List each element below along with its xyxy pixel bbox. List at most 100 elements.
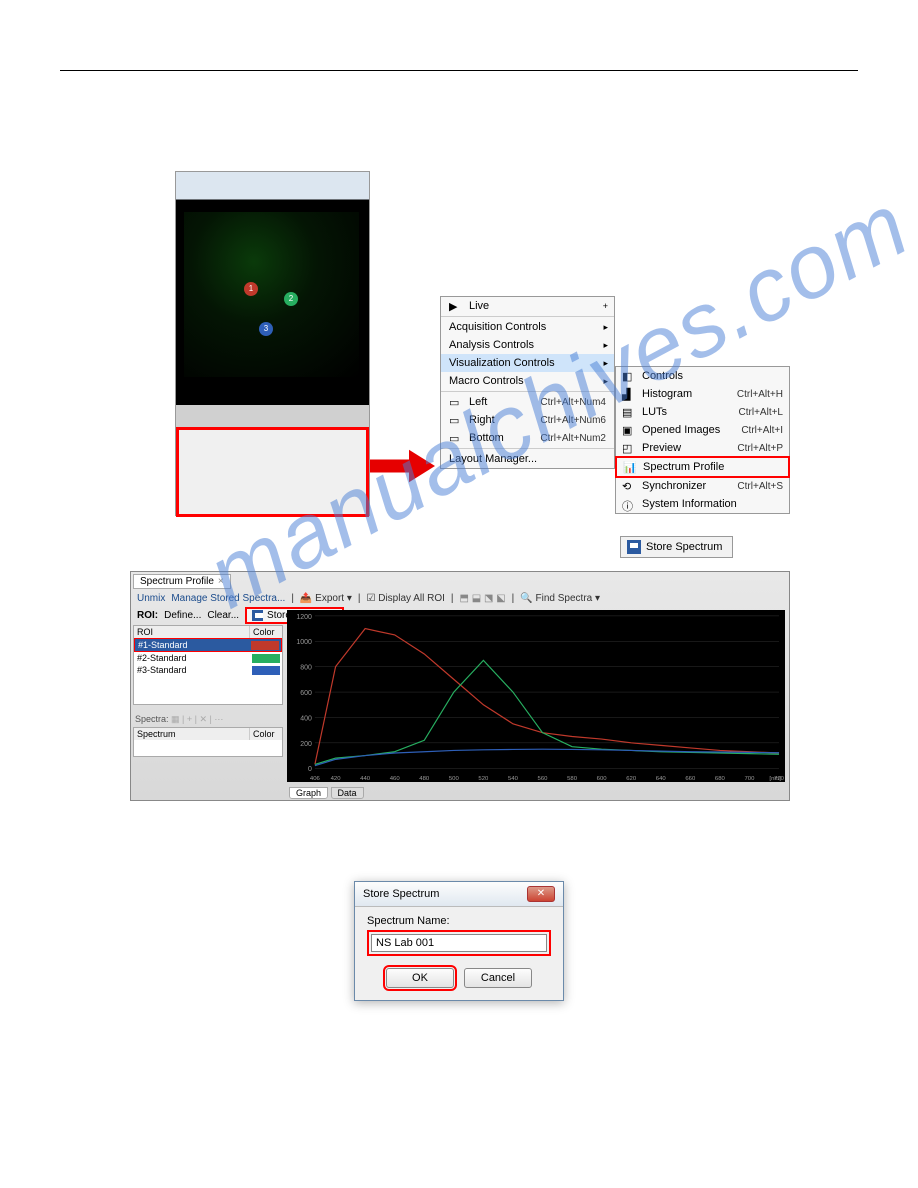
svg-text:600: 600: [597, 776, 608, 782]
menu-item-synchronizer[interactable]: ⟲SynchronizerCtrl+Alt+S: [616, 477, 789, 495]
thumbnail-menu-highlight: [176, 427, 369, 517]
roi-row-2[interactable]: #2-Standard: [134, 652, 282, 664]
svg-text:540: 540: [508, 776, 519, 782]
svg-text:460: 460: [390, 776, 401, 782]
menu-item-macro[interactable]: Macro Controls▸: [441, 372, 614, 390]
spectra-toolbar[interactable]: ▦ | + | ✕ | ⋯: [171, 714, 223, 724]
clear-link[interactable]: Clear...: [207, 610, 239, 621]
spectrum-icon: 📊: [623, 461, 637, 473]
menu-item-system-info[interactable]: ⓘSystem Information: [616, 495, 789, 513]
spectrum-name-label: Spectrum Name:: [367, 915, 551, 927]
roi-row-3[interactable]: #3-Standard: [134, 664, 282, 676]
menu-item-preview[interactable]: ◰PreviewCtrl+Alt+P: [616, 439, 789, 457]
svg-text:[nm]: [nm]: [769, 776, 781, 782]
arrow-right-icon: ▸: [603, 358, 608, 369]
define-link[interactable]: Define...: [164, 610, 201, 621]
tab-data[interactable]: Data: [331, 787, 364, 799]
play-icon: ▶: [449, 300, 463, 312]
tab-graph[interactable]: Graph: [289, 787, 328, 799]
manage-spectra-link[interactable]: Manage Stored Spectra...: [171, 593, 285, 604]
svg-text:500: 500: [449, 776, 460, 782]
dock-right-icon: ▭: [449, 414, 463, 426]
color-header: Color: [250, 626, 282, 638]
svg-text:200: 200: [300, 741, 312, 748]
dialog-title: Store Spectrum: [363, 888, 439, 900]
menu-item-histogram[interactable]: ▟HistogramCtrl+Alt+H: [616, 385, 789, 403]
menu-item-analysis[interactable]: Analysis Controls▸: [441, 336, 614, 354]
info-icon: ⓘ: [622, 498, 636, 510]
plus-icon: +: [603, 301, 608, 311]
color-swatch[interactable]: [251, 641, 279, 650]
svg-text:640: 640: [656, 776, 667, 782]
svg-text:1000: 1000: [296, 639, 312, 646]
luts-icon: ▤: [622, 406, 636, 418]
menu-item-visualization[interactable]: Visualization Controls▸: [441, 354, 614, 372]
ok-button[interactable]: OK: [386, 968, 454, 988]
visualization-submenu: ◧Controls ▟HistogramCtrl+Alt+H ▤LUTsCtrl…: [615, 366, 790, 514]
spectrum-profile-panel: Spectrum Profile× Unmix Manage Stored Sp…: [130, 571, 790, 801]
menu-item-controls[interactable]: ◧Controls: [616, 367, 789, 385]
controls-icon: ◧: [622, 370, 636, 382]
color-swatch[interactable]: [252, 654, 280, 663]
svg-text:520: 520: [478, 776, 489, 782]
display-all-roi-checkbox[interactable]: ☑ Display All ROI: [366, 593, 444, 604]
menu-item-right[interactable]: ▭RightCtrl+Alt+Num6: [441, 411, 614, 429]
menu-item-opened-images[interactable]: ▣Opened ImagesCtrl+Alt+I: [616, 421, 789, 439]
find-spectra-button[interactable]: 🔍 Find Spectra ▾: [520, 593, 600, 604]
roi-header: ROI: [134, 626, 250, 638]
svg-text:400: 400: [300, 715, 312, 722]
menu-item-acquisition[interactable]: Acquisition Controls▸: [441, 318, 614, 336]
roi-marker-3: 3: [259, 322, 273, 336]
svg-text:580: 580: [567, 776, 578, 782]
close-icon[interactable]: ×: [218, 576, 224, 587]
svg-text:1200: 1200: [296, 614, 312, 621]
menu-item-spectrum-profile[interactable]: 📊Spectrum Profile: [615, 456, 790, 478]
svg-text:800: 800: [300, 665, 312, 672]
svg-text:620: 620: [626, 776, 637, 782]
panel-tab[interactable]: Spectrum Profile×: [133, 574, 231, 589]
svg-text:0: 0: [308, 766, 312, 773]
dock-bottom-icon: ▭: [449, 432, 463, 444]
roi-row-1[interactable]: #1-Standard: [134, 638, 282, 652]
cancel-button[interactable]: Cancel: [464, 968, 532, 988]
toolbar-icons[interactable]: ⬒ ⬓ ⬔ ⬕: [460, 593, 506, 604]
svg-text:660: 660: [685, 776, 696, 782]
unmix-link[interactable]: Unmix: [137, 593, 165, 604]
svg-text:420: 420: [331, 776, 342, 782]
arrow-right-icon: ▸: [603, 376, 608, 387]
export-button[interactable]: 📤 Export ▾: [300, 593, 352, 604]
dock-left-icon: ▭: [449, 396, 463, 408]
menu-item-luts[interactable]: ▤LUTsCtrl+Alt+L: [616, 403, 789, 421]
histogram-icon: ▟: [622, 388, 636, 400]
svg-text:480: 480: [419, 776, 430, 782]
arrow-right-icon: ▸: [603, 340, 608, 351]
menu-item-live[interactable]: ▶Live+: [441, 297, 614, 315]
svg-text:600: 600: [300, 690, 312, 697]
preview-icon: ◰: [622, 442, 636, 454]
microscopy-image: 1 2 3: [184, 212, 359, 377]
close-button[interactable]: ✕: [527, 886, 555, 902]
spectra-section: Spectra: ▦ | + | ✕ | ⋯ SpectrumColor: [133, 712, 283, 757]
store-spectrum-dialog: Store Spectrum ✕ Spectrum Name: OK Cance…: [354, 881, 564, 1001]
menu-item-layout-manager[interactable]: Layout Manager...: [441, 450, 614, 468]
sync-icon: ⟲: [622, 480, 636, 492]
svg-text:560: 560: [538, 776, 549, 782]
view-menu: ▶Live+ Acquisition Controls▸ Analysis Co…: [440, 296, 615, 469]
menu-item-left[interactable]: ▭LeftCtrl+Alt+Num4: [441, 393, 614, 411]
spectrum-chart: 0200400600800100012004064204404604805005…: [287, 610, 785, 782]
images-icon: ▣: [622, 424, 636, 436]
save-icon: [252, 610, 263, 621]
menu-item-bottom[interactable]: ▭BottomCtrl+Alt+Num2: [441, 429, 614, 447]
spectrum-name-input[interactable]: [371, 934, 547, 952]
app-thumbnail: 1 2 3: [175, 171, 370, 516]
roi-marker-1: 1: [244, 282, 258, 296]
arrow-right-icon: ▸: [603, 322, 608, 333]
store-spectrum-button[interactable]: Store Spectrum: [620, 536, 733, 558]
roi-list: ROIColor #1-Standard #2-Standard #3-Stan…: [133, 625, 283, 705]
svg-text:680: 680: [715, 776, 726, 782]
svg-text:406: 406: [310, 776, 321, 782]
color-swatch[interactable]: [252, 666, 280, 675]
roi-marker-2: 2: [284, 292, 298, 306]
save-icon: [627, 540, 641, 554]
svg-text:700: 700: [744, 776, 755, 782]
